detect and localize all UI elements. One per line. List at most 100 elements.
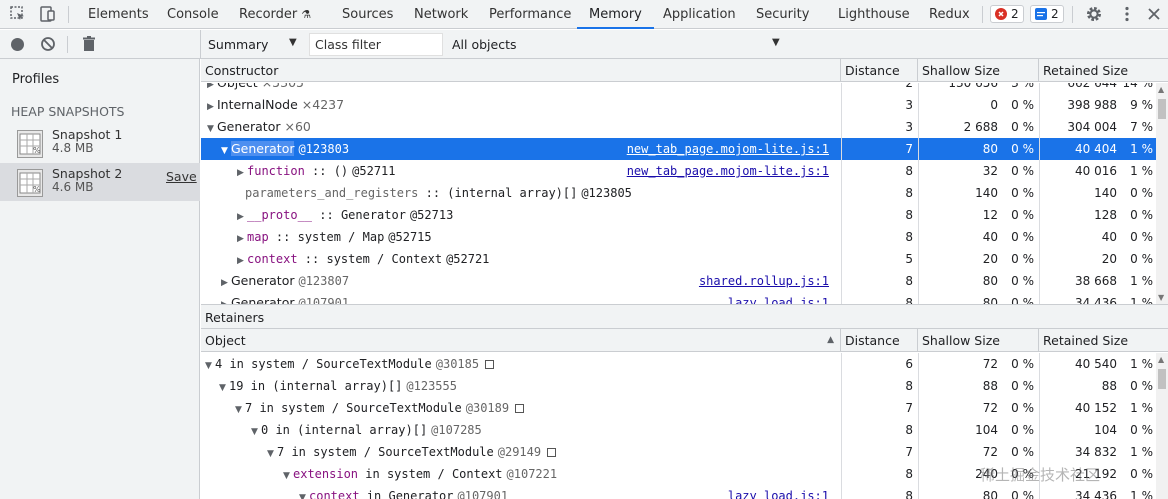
constructor-row[interactable]: ▶ InternalNode ×4237 3 0 0 % 398 988 9 % — [201, 94, 1156, 116]
column-divider — [918, 83, 919, 304]
expanded-arrow-icon[interactable]: ▼ — [283, 465, 293, 487]
retainer-row[interactable]: ▼ 0 in (internal array)[] @107285 8 104 0 % 1… — [201, 419, 1156, 441]
reveal-in-window-icon[interactable] — [547, 448, 557, 457]
expanded-arrow-icon[interactable]: ▼ — [235, 399, 245, 421]
tab-elements[interactable]: Elements — [88, 0, 149, 29]
scrollbar[interactable]: ▲ ▼ — [1156, 83, 1168, 304]
trash-icon[interactable] — [81, 35, 97, 56]
collapsed-arrow-icon[interactable]: ▶ — [221, 294, 231, 304]
scrollbar-thumb[interactable] — [1158, 369, 1166, 389]
expanded-arrow-icon[interactable]: ▼ — [221, 140, 231, 162]
expanded-arrow-icon[interactable]: ▼ — [267, 443, 277, 465]
retained-size-percent: 1 % — [1130, 357, 1153, 371]
distance-value: 5 — [905, 252, 913, 266]
save-snapshot-link[interactable]: Save — [166, 169, 197, 184]
retainer-row[interactable]: ▼ 7 in system / SourceTextModule @30189 7 7… — [201, 397, 1156, 419]
view-select[interactable]: Summary ▼ — [201, 30, 303, 59]
object-id: @29149 — [497, 445, 542, 459]
record-icon[interactable] — [11, 38, 24, 51]
snapshot-item[interactable]: % Snapshot 2 4.6 MB Save — [0, 163, 200, 201]
source-link[interactable]: lazy_load.js:1 — [728, 485, 829, 499]
collapsed-arrow-icon[interactable]: ▶ — [207, 96, 217, 118]
retainer-row[interactable]: ▼ 4 in system / SourceTextModule @30185 6 7… — [201, 353, 1156, 375]
tab-sources[interactable]: Sources — [342, 0, 393, 29]
collapsed-arrow-icon[interactable]: ▶ — [221, 272, 231, 294]
expanded-arrow-icon[interactable]: ▼ — [207, 118, 217, 140]
column-header-object[interactable]: Object ▲ — [201, 329, 841, 352]
row-label: parameters_and_registers :: (internal ar… — [245, 182, 632, 204]
scroll-down-icon[interactable]: ▼ — [1158, 293, 1164, 302]
collapsed-arrow-icon[interactable]: ▶ — [237, 162, 247, 184]
object-id: @123805 — [581, 186, 632, 200]
scrollbar-thumb[interactable] — [1158, 99, 1166, 119]
expanded-arrow-icon[interactable]: ▼ — [299, 487, 309, 499]
tab-performance[interactable]: Performance — [489, 0, 571, 29]
tab-console[interactable]: Console — [167, 0, 219, 29]
expanded-arrow-icon[interactable]: ▼ — [219, 377, 229, 399]
column-header-distance[interactable]: Distance — [841, 329, 918, 352]
close-icon[interactable] — [1145, 5, 1163, 23]
retainers-bar[interactable]: Retainers — [201, 304, 1168, 329]
source-link[interactable]: new_tab_page.mojom-lite.js:1 — [627, 160, 829, 182]
error-count-badge[interactable]: 2 — [990, 5, 1024, 23]
instance-row[interactable]: ▶ Generator @123807 shared.rollup.js:1 8 80 0… — [201, 270, 1156, 292]
tab-redux[interactable]: Redux — [929, 0, 970, 29]
column-header-retained-size[interactable]: Retained Size — [1039, 329, 1168, 352]
message-count-badge[interactable]: 2 — [1030, 5, 1064, 23]
device-toolbar-icon[interactable] — [38, 5, 56, 23]
snapshot-item[interactable]: % Snapshot 1 4.8 MB — [0, 124, 200, 162]
scroll-up-icon[interactable]: ▲ — [1158, 85, 1164, 94]
expanded-arrow-icon[interactable]: ▼ — [205, 355, 215, 377]
column-header-object-label: Object — [205, 333, 246, 348]
property-row[interactable]: ▶ __proto__ :: Generator @52713 8 12 0 % 128 0… — [201, 204, 1156, 226]
collapsed-arrow-icon[interactable]: ▶ — [237, 228, 247, 250]
more-options-icon[interactable] — [1118, 5, 1136, 23]
retained-size-value: 304 004 — [1067, 120, 1117, 134]
scrollbar[interactable]: ▲ — [1156, 353, 1168, 499]
property-row[interactable]: ▶ context :: system / Context @52721 5 20 0 … — [201, 248, 1156, 270]
scroll-up-icon[interactable]: ▲ — [1158, 355, 1164, 364]
property-row[interactable]: ▶ map :: system / Map @52715 8 40 0 % 40 0 % — [201, 226, 1156, 248]
retainer-row[interactable]: ▼ 7 in system / SourceTextModule @29149 7 7… — [201, 441, 1156, 463]
column-header-distance[interactable]: Distance — [841, 59, 918, 82]
tab-security[interactable]: Security — [756, 0, 809, 29]
reveal-in-window-icon[interactable] — [515, 404, 525, 413]
column-header-shallow-size[interactable]: Shallow Size — [918, 329, 1039, 352]
retainer-row[interactable]: ▼ context in Generator @107901 lazy_load.j… — [201, 485, 1156, 499]
class-filter-input[interactable]: Class filter — [309, 33, 443, 56]
objects-filter-value: All objects — [452, 37, 517, 52]
column-header-shallow-size[interactable]: Shallow Size — [918, 59, 1039, 82]
row-label: ▼ Generator ×60 — [207, 116, 311, 138]
reveal-in-window-icon[interactable] — [485, 360, 495, 369]
tab-network[interactable]: Network — [414, 0, 468, 29]
property-row[interactable]: parameters_and_registers :: (internal ar… — [201, 182, 1156, 204]
collapsed-arrow-icon[interactable]: ▶ — [237, 206, 247, 228]
column-header-constructor[interactable]: Constructor — [201, 59, 841, 82]
tab-lighthouse[interactable]: Lighthouse — [838, 0, 910, 29]
constructor-name: Object — [217, 83, 258, 90]
instance-row[interactable]: ▼ Generator @123803 new_tab_page.mojom-lit… — [201, 138, 1156, 160]
objects-filter-select[interactable]: All objects ▼ — [446, 30, 786, 59]
inspect-element-icon[interactable] — [9, 5, 27, 23]
source-link[interactable]: shared.rollup.js:1 — [699, 270, 829, 292]
column-header-retained-size[interactable]: Retained Size — [1039, 59, 1168, 82]
constructor-row[interactable]: ▶Object ×5305 2 130 656 3 % 662 644 14 % — [201, 83, 1156, 94]
source-link[interactable]: lazy_load.js:1 — [728, 292, 829, 304]
tab-application[interactable]: Application — [663, 0, 736, 29]
constructor-row[interactable]: ▼ Generator ×60 3 2 688 0 % 304 004 7 % — [201, 116, 1156, 138]
tab-memory[interactable]: Memory — [577, 0, 654, 29]
property-name: 19 — [229, 379, 244, 393]
source-link[interactable]: new_tab_page.mojom-lite.js:1 — [627, 138, 829, 160]
distance-value: 8 — [905, 274, 913, 288]
collapsed-arrow-icon[interactable]: ▶ — [237, 250, 247, 272]
retainers-title: Retainers — [205, 310, 265, 325]
shallow-size-value: 40 — [982, 230, 998, 244]
expanded-arrow-icon[interactable]: ▼ — [251, 421, 261, 443]
clear-icon[interactable] — [40, 36, 56, 55]
view-select-value: Summary — [208, 37, 269, 52]
tab-recorder[interactable]: Recorder ⚗ — [239, 0, 311, 29]
gear-icon[interactable] — [1085, 5, 1103, 23]
property-row[interactable]: ▶ function :: () @52711 new_tab_page.mojom… — [201, 160, 1156, 182]
retainer-row[interactable]: ▼ 19 in (internal array)[] @123555 8 88 0 % 8… — [201, 375, 1156, 397]
instance-row[interactable]: ▶Generator @107901 lazy_load.js:1 8 80 0 % 34… — [201, 292, 1156, 304]
